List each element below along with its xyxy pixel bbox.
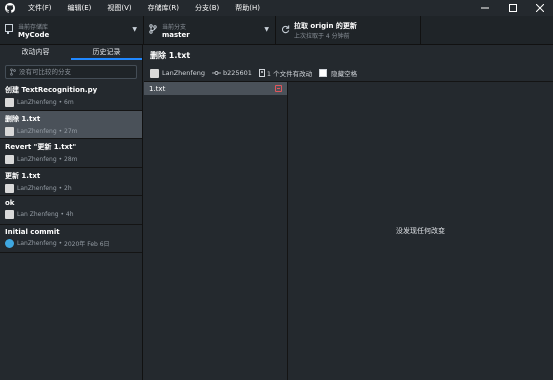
hide-whitespace-label: 隐藏空格 xyxy=(331,70,358,78)
repository-label: 当前存储库 xyxy=(18,24,49,31)
commit-item-meta: LanZhenfeng • 2020年 Feb 6日 xyxy=(5,238,137,248)
repository-icon xyxy=(5,24,13,36)
repository-selector[interactable]: 当前存储库 MyCode ▼ xyxy=(0,16,144,44)
changed-files-list: 1.txt xyxy=(144,82,288,380)
commit-item[interactable]: ok Lan Zhenfeng • 4h xyxy=(0,196,142,225)
separator-dot: • xyxy=(56,99,65,106)
commit-author: LanZhenfeng xyxy=(162,69,205,77)
tab-changes[interactable]: 改动内容 xyxy=(0,45,71,60)
commit-item[interactable]: 更新 1.txt LanZhenfeng • 2h xyxy=(0,168,142,196)
fetch-origin-button[interactable]: 拉取 origin 的更新 上次拉取于 4 分钟前 xyxy=(276,16,421,44)
repository-name: MyCode xyxy=(18,31,50,39)
menu-branch[interactable]: 分支(B) xyxy=(187,0,227,16)
menu-edit[interactable]: 编辑(E) xyxy=(60,0,100,16)
menu-help[interactable]: 帮助(H) xyxy=(227,0,268,16)
separator-dot: • xyxy=(56,239,65,247)
branch-icon xyxy=(10,68,16,76)
commit-item[interactable]: Initial commit LanZhenfeng • 2020年 Feb 6日 xyxy=(0,225,142,253)
avatar xyxy=(5,155,14,164)
commit-item-meta: LanZhenfeng • 27m xyxy=(5,126,137,136)
commit-item-author: LanZhenfeng xyxy=(17,127,57,135)
commit-header: 删除 1.txt LanZhenfeng b225601 1 个文件有改动 隐藏… xyxy=(144,45,553,82)
commit-item-title: Initial commit xyxy=(5,227,60,236)
avatar xyxy=(150,68,159,78)
avatar xyxy=(5,98,14,107)
commit-item-meta: Lan Zhenfeng • 4h xyxy=(5,210,137,219)
commit-item-time: 28m xyxy=(64,156,78,163)
commit-item-title: Revert "更新 1.txt" xyxy=(5,143,77,151)
branch-icon xyxy=(149,24,157,36)
avatar xyxy=(5,210,14,219)
commit-item-author: LanZhenfeng xyxy=(17,184,57,192)
separator-dot: • xyxy=(56,184,65,192)
file-row[interactable]: 1.txt xyxy=(144,82,287,95)
chevron-down-icon: ▼ xyxy=(132,26,137,33)
separator-dot: • xyxy=(58,211,66,218)
close-icon[interactable] xyxy=(527,0,553,16)
hide-whitespace-toggle[interactable]: 隐藏空格 xyxy=(319,68,357,78)
files-changed-count: 1 个文件有改动 xyxy=(266,70,313,78)
commit-list: 创建 TextRecognition.py LanZhenfeng • 6m 删除 … xyxy=(0,82,142,253)
branch-selector[interactable]: 当前分支 master ▼ xyxy=(144,16,276,44)
avatar xyxy=(5,238,14,248)
title-bar: 文件(F) 编辑(E) 视图(V) 存储库(R) 分支(B) 帮助(H) xyxy=(0,0,553,16)
commit-title: 删除 1.txt xyxy=(150,51,191,60)
github-logo-icon xyxy=(0,3,20,13)
commit-detail-panel: 删除 1.txt LanZhenfeng b225601 1 个文件有改动 隐藏… xyxy=(144,45,553,380)
file-deleted-icon xyxy=(275,85,282,92)
sync-icon xyxy=(281,25,290,36)
branch-compare-input[interactable] xyxy=(19,68,129,76)
commit-item-author: LanZhenfeng xyxy=(17,239,57,247)
commit-item-title: ok xyxy=(5,199,15,207)
commit-item-time: 2h xyxy=(64,184,72,192)
commit-author-group: LanZhenfeng xyxy=(150,68,205,78)
commit-item-time: 27m xyxy=(64,127,78,135)
commit-icon xyxy=(211,70,221,76)
tab-history[interactable]: 历史记录 xyxy=(71,45,142,60)
sidebar: 改动内容 历史记录 创建 TextRecognition.py LanZhenfe… xyxy=(0,45,143,380)
separator-dot: • xyxy=(56,127,65,135)
file-diff-icon xyxy=(258,69,265,77)
menu-view[interactable]: 视图(V) xyxy=(99,0,139,16)
sidebar-tabs: 改动内容 历史记录 xyxy=(0,45,142,60)
avatar xyxy=(5,126,14,136)
minimize-icon[interactable] xyxy=(472,0,498,16)
toolbar: 当前存储库 MyCode ▼ 当前分支 master ▼ 拉取 origin 的… xyxy=(0,16,553,45)
commit-item-meta: LanZhenfeng • 2h xyxy=(5,183,137,193)
commit-item-title: 创建 TextRecognition.py xyxy=(5,86,98,94)
diff-view: 没发现任何改变 xyxy=(288,82,553,380)
commit-item-title: 更新 1.txt xyxy=(5,171,41,180)
branch-compare-search[interactable] xyxy=(5,65,137,79)
branch-label: 当前分支 xyxy=(162,24,187,31)
commit-item[interactable]: Revert "更新 1.txt" LanZhenfeng • 28m xyxy=(0,139,142,168)
commit-item[interactable]: 删除 1.txt LanZhenfeng • 27m xyxy=(0,110,142,139)
commit-item-time: 6m xyxy=(64,99,74,106)
files-changed-group: 1 个文件有改动 xyxy=(258,68,313,78)
commit-sha-group: b225601 xyxy=(211,69,252,77)
chevron-down-icon: ▼ xyxy=(264,26,269,33)
commit-sha[interactable]: b225601 xyxy=(223,69,252,77)
menu-repository[interactable]: 存储库(R) xyxy=(140,0,187,16)
commit-item-meta: LanZhenfeng • 28m xyxy=(5,155,137,164)
commit-item[interactable]: 创建 TextRecognition.py LanZhenfeng • 6m xyxy=(0,82,142,111)
avatar xyxy=(5,183,14,193)
menu-file[interactable]: 文件(F) xyxy=(20,0,60,16)
hide-whitespace-checkbox[interactable] xyxy=(319,69,328,77)
file-name: 1.txt xyxy=(149,84,166,93)
fetch-subtitle: 上次拉取于 4 分钟前 xyxy=(294,33,350,40)
no-changes-message: 没发现任何改变 xyxy=(396,227,445,235)
fetch-title: 拉取 origin 的更新 xyxy=(294,22,357,30)
commit-meta: LanZhenfeng b225601 1 个文件有改动 隐藏空格 xyxy=(150,68,547,78)
separator-dot: • xyxy=(56,156,65,163)
commit-item-author: LanZhenfeng xyxy=(17,156,57,163)
commit-item-time: 2020年 Feb 6日 xyxy=(64,240,110,248)
maximize-icon[interactable] xyxy=(500,0,526,16)
commit-item-author: LanZhenfeng xyxy=(17,99,57,106)
commit-item-time: 4h xyxy=(65,211,74,218)
commit-item-title: 删除 1.txt xyxy=(5,114,41,123)
commit-item-meta: LanZhenfeng • 6m xyxy=(5,98,137,107)
branch-name: master xyxy=(162,31,190,39)
commit-item-author: Lan Zhenfeng xyxy=(17,211,59,218)
